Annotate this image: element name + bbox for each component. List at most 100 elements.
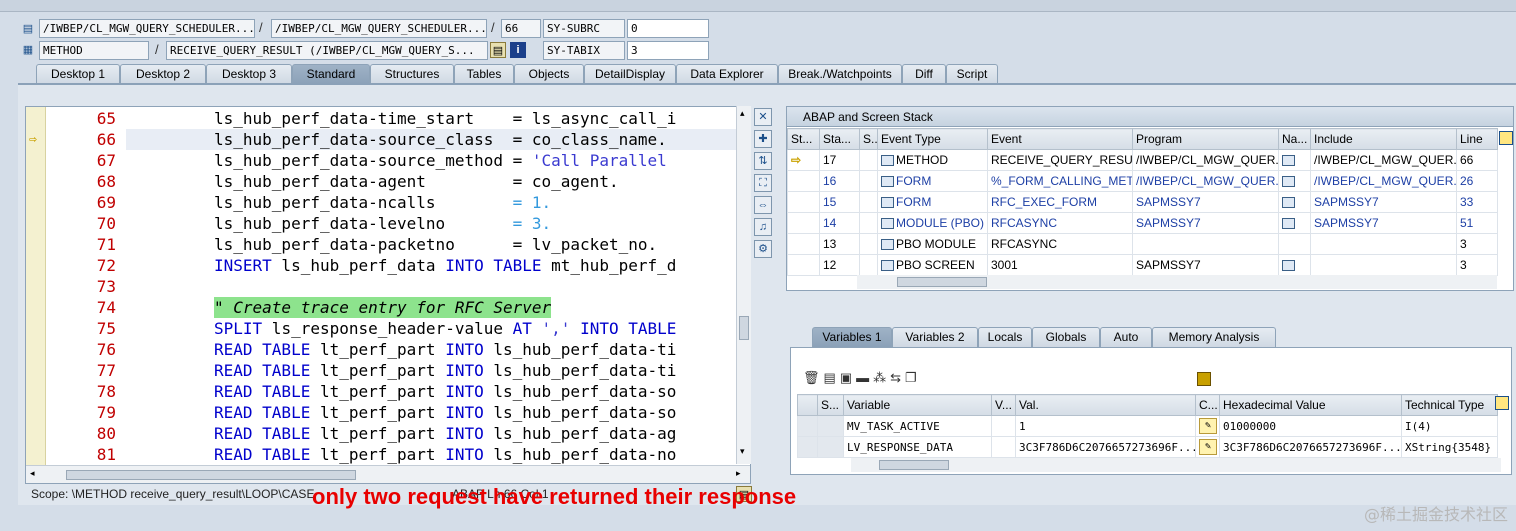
col-status[interactable]: S... <box>817 394 844 416</box>
tab-diff[interactable]: Diff <box>902 64 946 84</box>
pencil-icon[interactable]: ✎ <box>1199 418 1217 434</box>
settings-icon[interactable]: ⚙ <box>754 240 772 258</box>
stack-row[interactable]: 14 MODULE (PBO) RFCASYNC SAPMSSY7 SAPMSS… <box>787 212 1498 234</box>
navigate-icon[interactable] <box>1282 260 1295 272</box>
sy-subrc-value[interactable]: 0 <box>627 19 709 38</box>
floppy-icon[interactable] <box>1197 372 1211 386</box>
tab-script[interactable]: Script <box>946 64 998 84</box>
tab-memory-analysis[interactable]: Memory Analysis <box>1152 327 1276 347</box>
pencil-icon[interactable]: ✎ <box>1199 439 1217 455</box>
stack-horizontal-scrollbar[interactable] <box>857 275 1497 289</box>
col-select[interactable] <box>797 394 818 416</box>
editor-vertical-scrollbar[interactable]: ▴ ▾ <box>736 106 751 464</box>
col-stack-level[interactable]: Sta... <box>819 128 860 150</box>
col-line[interactable]: Line <box>1456 128 1498 150</box>
tab-desktop-2[interactable]: Desktop 2 <box>120 64 206 84</box>
navigate-cell[interactable] <box>1278 254 1311 276</box>
variables-layout-icon[interactable] <box>1495 396 1509 410</box>
event-type-field[interactable]: METHOD <box>39 41 149 60</box>
col-value[interactable]: Val. <box>1015 394 1196 416</box>
variable-value[interactable]: 3C3F786D6C2076657273696F... <box>1015 436 1196 458</box>
program-field[interactable]: /IWBEP/CL_MGW_QUERY_SCHEDULER... <box>39 19 255 38</box>
tab-tables[interactable]: Tables <box>454 64 514 84</box>
tab-desktop-3[interactable]: Desktop 3 <box>206 64 292 84</box>
scroll-right-icon[interactable]: ▸ <box>736 468 741 479</box>
line-field[interactable]: 66 <box>501 19 541 38</box>
variable-row[interactable]: MV_TASK_ACTIVE 1 ✎ 01000000 I(4) <box>797 415 1498 437</box>
scroll-thumb[interactable] <box>66 470 356 480</box>
edit-cell[interactable]: ✎ <box>1195 436 1220 458</box>
row-selector[interactable] <box>797 415 818 437</box>
delete-icon[interactable]: 🗑 <box>803 370 824 385</box>
scroll-thumb[interactable] <box>897 277 987 287</box>
tab-locals[interactable]: Locals <box>978 327 1032 347</box>
headset-icon[interactable]: ♫ <box>754 218 772 236</box>
tab-globals[interactable]: Globals <box>1032 327 1100 347</box>
group-icon[interactable]: ⁂ <box>873 370 890 385</box>
tab-data-explorer[interactable]: Data Explorer <box>676 64 778 84</box>
variable-name[interactable]: LV_RESPONSE_DATA <box>843 436 992 458</box>
resize-icon[interactable]: ⇔ <box>754 196 772 214</box>
copy-icon[interactable]: ❐ <box>905 370 921 385</box>
tab-breakpoints[interactable]: Break./Watchpoints <box>778 64 902 84</box>
scroll-left-icon[interactable]: ◂ <box>30 468 35 479</box>
col-technical-type[interactable]: Technical Type <box>1401 394 1498 416</box>
stack-row[interactable]: 16 FORM %_FORM_CALLING_MET... /IWBEP/CL_… <box>787 170 1498 192</box>
fullscreen-icon[interactable]: ⛶ <box>754 174 772 192</box>
stack-row[interactable]: 12 PBO SCREEN 3001 SAPMSSY7 3 <box>787 254 1498 276</box>
row-selector[interactable] <box>797 436 818 458</box>
navigate-icon[interactable] <box>1282 155 1295 167</box>
col-variable[interactable]: Variable <box>843 394 992 416</box>
col-event[interactable]: Event <box>987 128 1133 150</box>
tab-structures[interactable]: Structures <box>370 64 454 84</box>
col-change[interactable]: C... <box>1195 394 1220 416</box>
remove-icon[interactable]: ▬ <box>856 370 873 385</box>
navigate-cell[interactable] <box>1278 212 1311 234</box>
save-icon[interactable]: ▣ <box>840 370 856 385</box>
col-navigate[interactable]: Na... <box>1278 128 1311 150</box>
col-hex[interactable]: Hexadecimal Value <box>1219 394 1402 416</box>
navigate-icon[interactable] <box>1282 197 1295 209</box>
col-v[interactable]: V... <box>991 394 1016 416</box>
navigate-cell[interactable] <box>1278 149 1311 171</box>
variables-horizontal-scrollbar[interactable] <box>851 458 1501 472</box>
editor-horizontal-scrollbar[interactable]: ◂ ▸ <box>26 465 750 483</box>
event-field[interactable]: RECEIVE_QUERY_RESULT (/IWBEP/CL_MGW_QUER… <box>166 41 488 60</box>
info-icon[interactable]: i <box>510 42 526 58</box>
col-status[interactable]: St... <box>787 128 820 150</box>
display-object-icon[interactable]: ▤ <box>490 42 506 58</box>
tab-detaildisplay[interactable]: DetailDisplay <box>584 64 676 84</box>
tab-auto[interactable]: Auto <box>1100 327 1152 347</box>
tab-objects[interactable]: Objects <box>514 64 584 84</box>
variable-row[interactable]: LV_RESPONSE_DATA 3C3F786D6C2076657273696… <box>797 436 1498 458</box>
col-s[interactable]: S... <box>859 128 878 150</box>
tab-variables-1[interactable]: Variables 1 <box>812 327 892 347</box>
navigate-cell[interactable] <box>1278 170 1311 192</box>
close-editor-icon[interactable]: ✕ <box>754 108 772 126</box>
stack-row[interactable]: 15 FORM RFC_EXEC_FORM SAPMSSY7 SAPMSSY7 … <box>787 191 1498 213</box>
swap-tool-icon[interactable]: ⇅ <box>754 152 772 170</box>
transfer-icon[interactable]: ⇆ <box>890 370 905 385</box>
new-tool-icon[interactable]: ✚ <box>754 130 772 148</box>
scroll-thumb[interactable] <box>879 460 949 470</box>
col-include[interactable]: Include <box>1310 128 1457 150</box>
scroll-down-icon[interactable]: ▾ <box>740 446 745 457</box>
insert-icon[interactable]: ▤ <box>824 370 840 385</box>
variable-value[interactable]: 1 <box>1015 415 1196 437</box>
stack-row[interactable]: ⇨ 17 METHOD RECEIVE_QUERY_RESULT /IWBEP/… <box>787 149 1498 171</box>
code-editor[interactable]: 65 ls_hub_perf_data-time_start = ls_async… <box>25 106 751 484</box>
stack-layout-icon[interactable] <box>1499 131 1513 145</box>
navigate-icon[interactable] <box>1282 176 1295 188</box>
tab-standard[interactable]: Standard <box>292 64 370 84</box>
edit-cell[interactable]: ✎ <box>1195 415 1220 437</box>
variable-name[interactable]: MV_TASK_ACTIVE <box>843 415 992 437</box>
tab-desktop-1[interactable]: Desktop 1 <box>36 64 120 84</box>
tab-variables-2[interactable]: Variables 2 <box>892 327 978 347</box>
sy-tabix-value[interactable]: 3 <box>627 41 709 60</box>
navigate-cell[interactable] <box>1278 191 1311 213</box>
scroll-thumb[interactable] <box>739 316 749 340</box>
navigate-icon[interactable] <box>1282 218 1295 230</box>
stack-row[interactable]: 13 PBO MODULE RFCASYNC 3 <box>787 233 1498 255</box>
scroll-up-icon[interactable]: ▴ <box>740 108 745 119</box>
include-field[interactable]: /IWBEP/CL_MGW_QUERY_SCHEDULER... <box>271 19 487 38</box>
